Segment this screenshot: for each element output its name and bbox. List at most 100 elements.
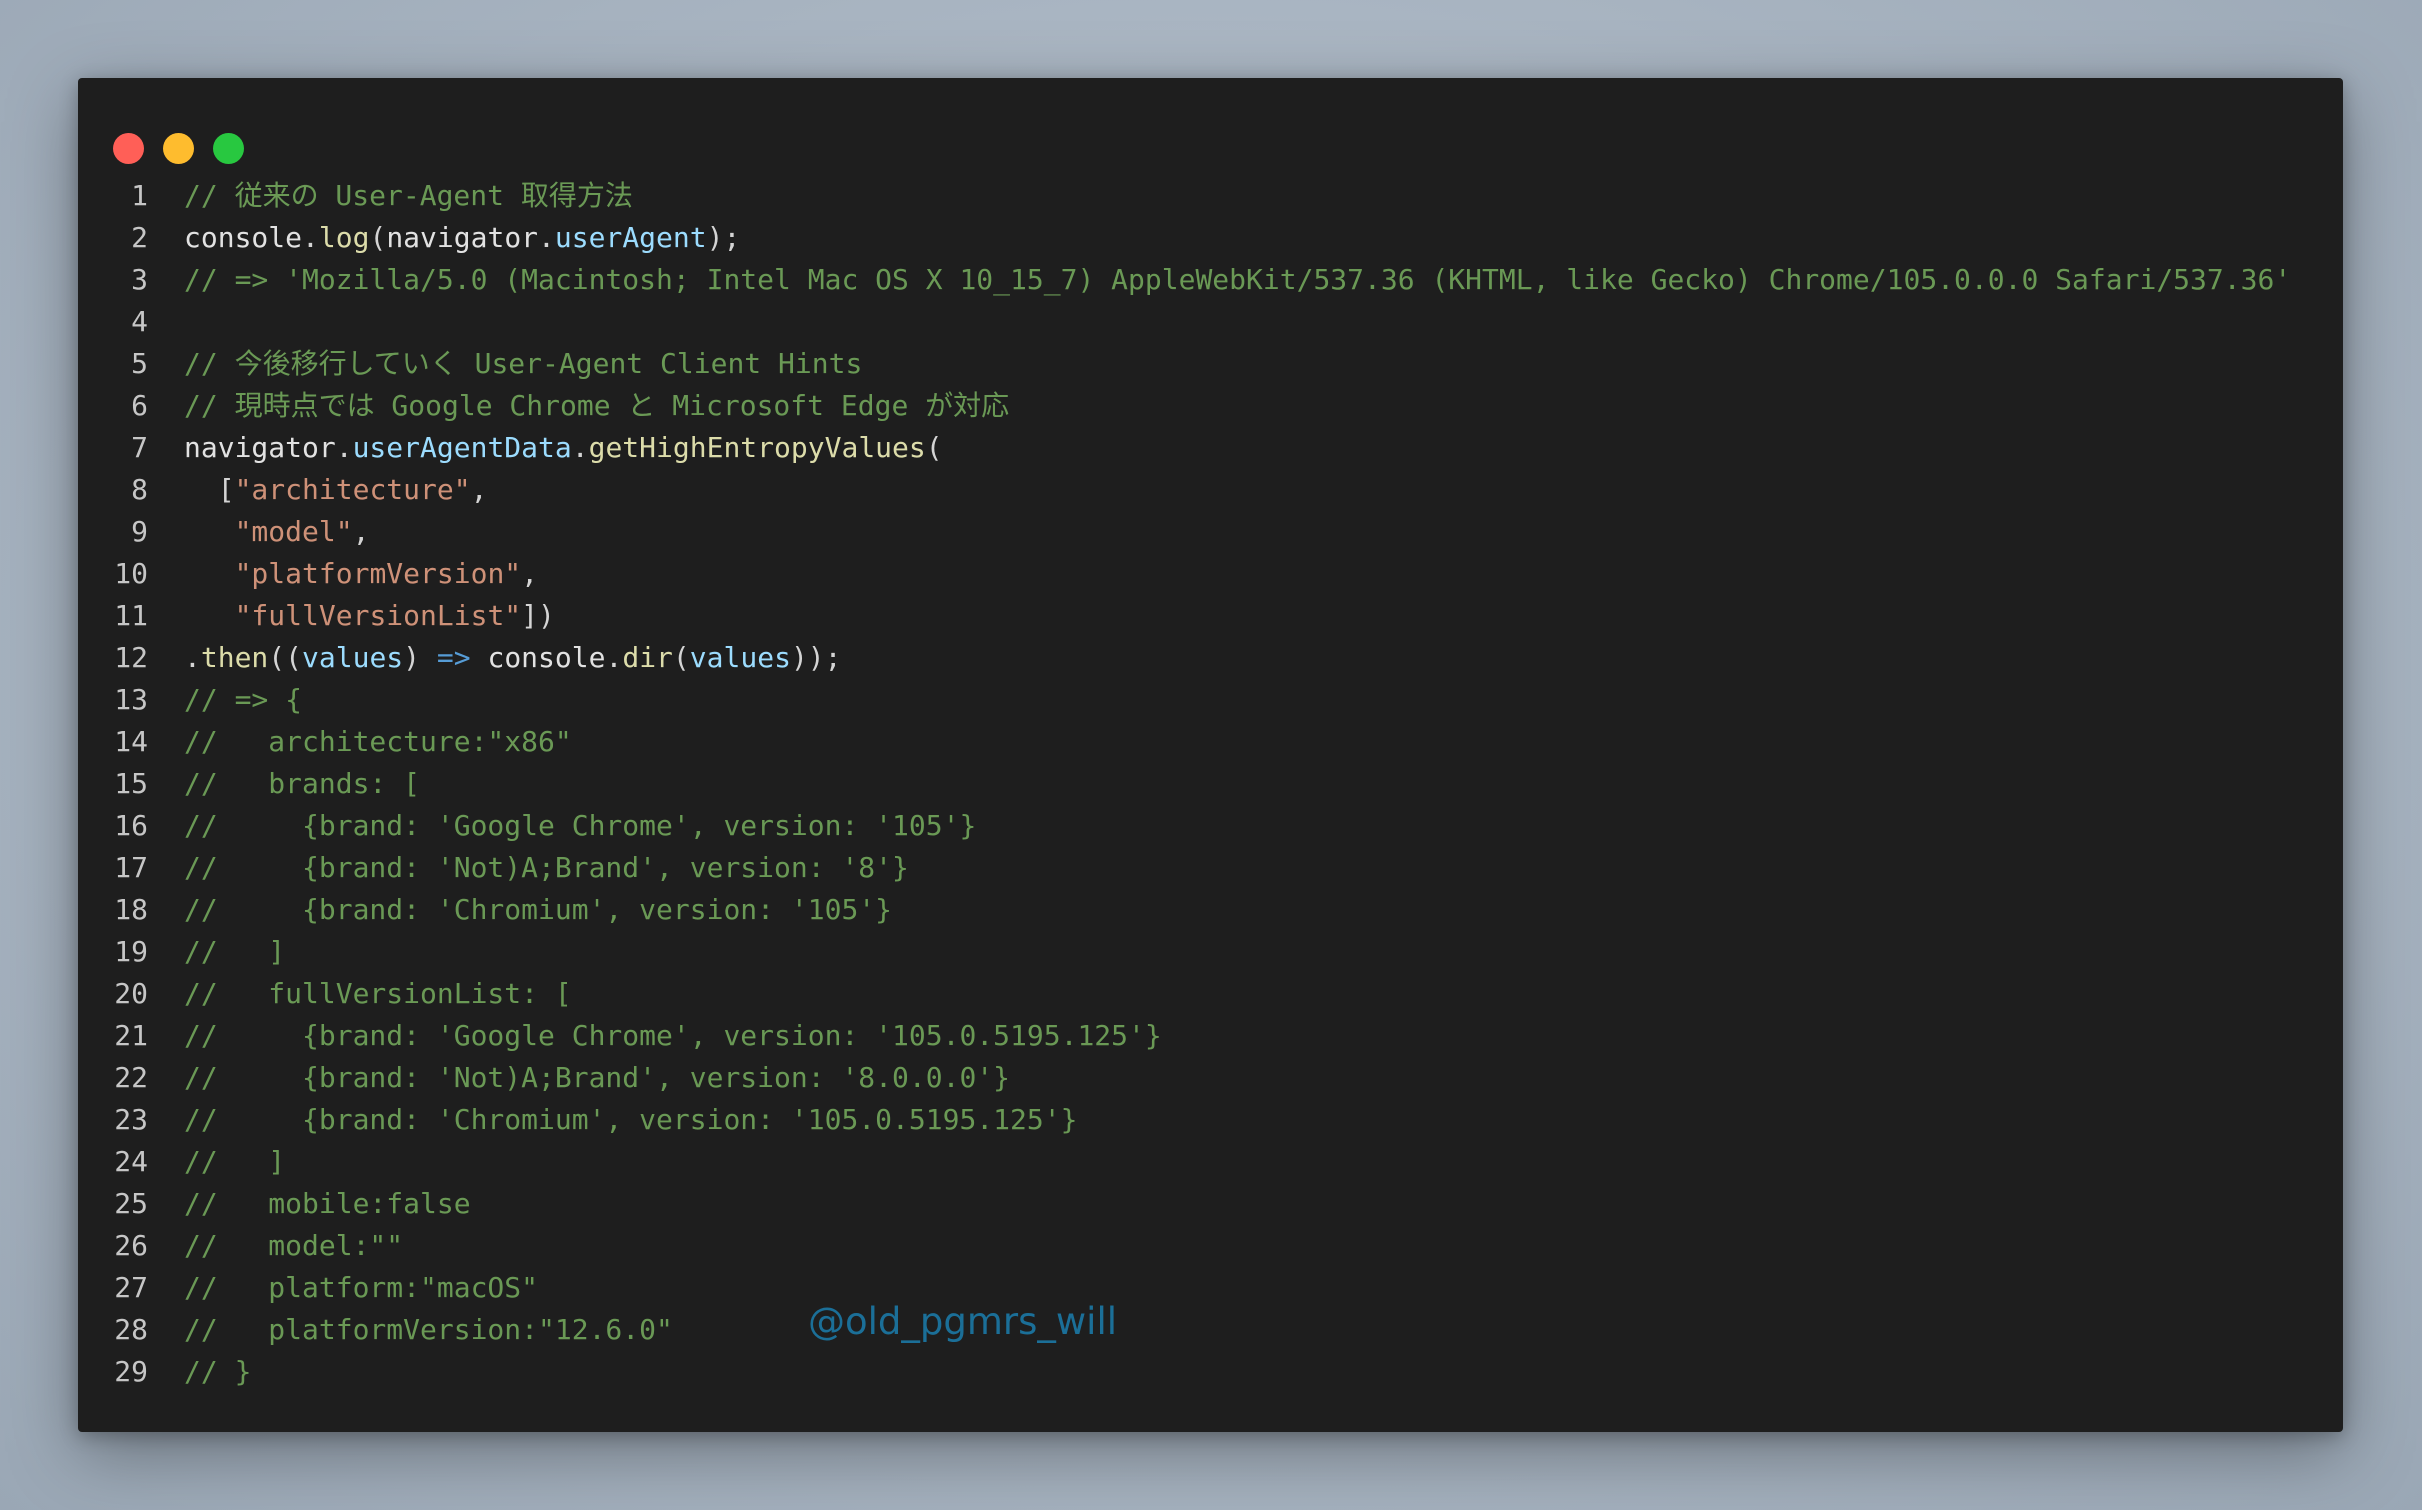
comment-token: // 現時点では Google Chrome と Microsoft Edge … [184, 389, 1010, 422]
function-token: getHighEntropyValues [588, 431, 926, 464]
string-token: "fullVersionList" [234, 599, 522, 632]
line-number: 12 [114, 641, 148, 674]
line-number: 10 [114, 557, 148, 590]
line-number: 14 [114, 725, 148, 758]
author-watermark: @old_pgmrs_will [808, 1300, 1118, 1343]
punctuation-token: . [538, 221, 555, 254]
punctuation-token: ( [672, 641, 690, 674]
line-content: "model", [184, 511, 370, 553]
line-content: // {brand: 'Chromium', version: '105.0.5… [184, 1099, 1077, 1141]
line-number: 20 [114, 977, 148, 1010]
line-number: 25 [114, 1187, 148, 1220]
close-button[interactable] [113, 133, 144, 164]
line-content: // fullVersionList: [ [184, 973, 572, 1015]
line-content: // => { [184, 679, 302, 721]
line-number: 13 [114, 683, 148, 716]
comment-token: // fullVersionList: [ [184, 977, 572, 1010]
punctuation-token: ) [403, 641, 437, 674]
line-number: 26 [114, 1229, 148, 1262]
indent-token [184, 599, 235, 632]
comment-token: // model:"" [184, 1229, 404, 1262]
line-content: // model:"" [184, 1225, 403, 1267]
code-line: 4 [78, 301, 2343, 343]
code-line: 3 // => 'Mozilla/5.0 (Macintosh; Intel M… [78, 259, 2343, 301]
punctuation-token: . [335, 431, 353, 464]
punctuation-token: ); [706, 221, 741, 254]
line-number: 27 [114, 1271, 148, 1304]
code-line: 18 // {brand: 'Chromium', version: '105'… [78, 889, 2343, 931]
code-line: 1 // 従来の User-Agent 取得方法 [78, 175, 2343, 217]
string-token: "platformVersion" [234, 557, 522, 590]
code-window: 1 // 従来の User-Agent 取得方法 2 console.log(n… [78, 78, 2343, 1432]
line-content: // platform:"macOS" [184, 1267, 538, 1309]
punctuation-token: )); [790, 641, 842, 674]
punctuation-token: , [470, 473, 488, 506]
line-number: 5 [131, 347, 148, 380]
code-line: 8 ["architecture", [78, 469, 2343, 511]
punctuation-token: . [302, 221, 319, 254]
code-line: 11 "fullVersionList"]) [78, 595, 2343, 637]
line-content: // mobile:false [184, 1183, 471, 1225]
line-content: // {brand: 'Google Chrome', version: '10… [184, 805, 976, 847]
line-number: 6 [131, 389, 148, 422]
line-content: // {brand: 'Chromium', version: '105'} [184, 889, 892, 931]
code-line: 5 // 今後移行していく User-Agent Client Hints [78, 343, 2343, 385]
line-content: .then((values) => console.dir(values)); [184, 637, 842, 679]
line-content: // brands: [ [184, 763, 420, 805]
minimize-button[interactable] [163, 133, 194, 164]
line-content: // ] [184, 931, 285, 973]
comment-token: // platform:"macOS" [184, 1271, 539, 1304]
line-number: 18 [114, 893, 148, 926]
comment-token: // ] [184, 1145, 286, 1178]
function-token: then [200, 641, 269, 674]
line-content: // {brand: 'Not)A;Brand', version: '8'} [184, 847, 909, 889]
line-content: // {brand: 'Not)A;Brand', version: '8.0.… [184, 1057, 1010, 1099]
comment-token: // platformVersion:"12.6.0" [184, 1313, 673, 1346]
code-line: 25 // mobile:false [78, 1183, 2343, 1225]
code-line: 15 // brands: [ [78, 763, 2343, 805]
comment-token: // {brand: 'Google Chrome', version: '10… [184, 1019, 1162, 1052]
line-number: 29 [114, 1355, 148, 1388]
code-line: 19 // ] [78, 931, 2343, 973]
maximize-button[interactable] [213, 133, 244, 164]
line-content: "fullVersionList"]) [184, 595, 555, 637]
parameter-token: values [302, 641, 404, 674]
code-line: 24 // ] [78, 1141, 2343, 1183]
indent-token [184, 515, 235, 548]
code-line: 14 // architecture:"x86" [78, 721, 2343, 763]
code-line: 12 .then((values) => console.dir(values)… [78, 637, 2343, 679]
line-number: 22 [114, 1061, 148, 1094]
function-token: dir [622, 641, 673, 674]
line-content: // architecture:"x86" [184, 721, 572, 763]
line-number: 4 [131, 305, 148, 338]
comment-token: // 今後移行していく User-Agent Client Hints [184, 347, 863, 380]
code-line: 2 console.log(navigator.userAgent); [78, 217, 2343, 259]
punctuation-token: (( [268, 641, 303, 674]
function-token: log [318, 221, 370, 254]
line-number: 23 [114, 1103, 148, 1136]
comment-token: // brands: [ [184, 767, 421, 800]
code-line: 29 // } [78, 1351, 2343, 1393]
line-number: 2 [131, 221, 148, 254]
parameter-token: values [689, 641, 791, 674]
line-number: 24 [114, 1145, 148, 1178]
property-token: userAgent [554, 221, 707, 254]
code-line: 27 // platform:"macOS" [78, 1267, 2343, 1309]
code-line: 6 // 現時点では Google Chrome と Microsoft Edg… [78, 385, 2343, 427]
punctuation-token: ( [925, 431, 943, 464]
comment-token: // {brand: 'Not)A;Brand', version: '8.0.… [184, 1061, 1011, 1094]
line-number: 21 [114, 1019, 148, 1052]
punctuation-token: . [605, 641, 623, 674]
line-number: 15 [114, 767, 148, 800]
line-number: 19 [114, 935, 148, 968]
code-line: 16 // {brand: 'Google Chrome', version: … [78, 805, 2343, 847]
property-token: userAgentData [352, 431, 572, 464]
line-content: navigator.userAgentData.getHighEntropyVa… [184, 427, 943, 469]
line-number: 11 [114, 599, 148, 632]
line-content: // 今後移行していく User-Agent Client Hints [184, 343, 862, 385]
code-line: 20 // fullVersionList: [ [78, 973, 2343, 1015]
identifier-token: navigator [386, 221, 539, 254]
identifier-token: console [184, 221, 303, 254]
comment-token: // ] [184, 935, 286, 968]
